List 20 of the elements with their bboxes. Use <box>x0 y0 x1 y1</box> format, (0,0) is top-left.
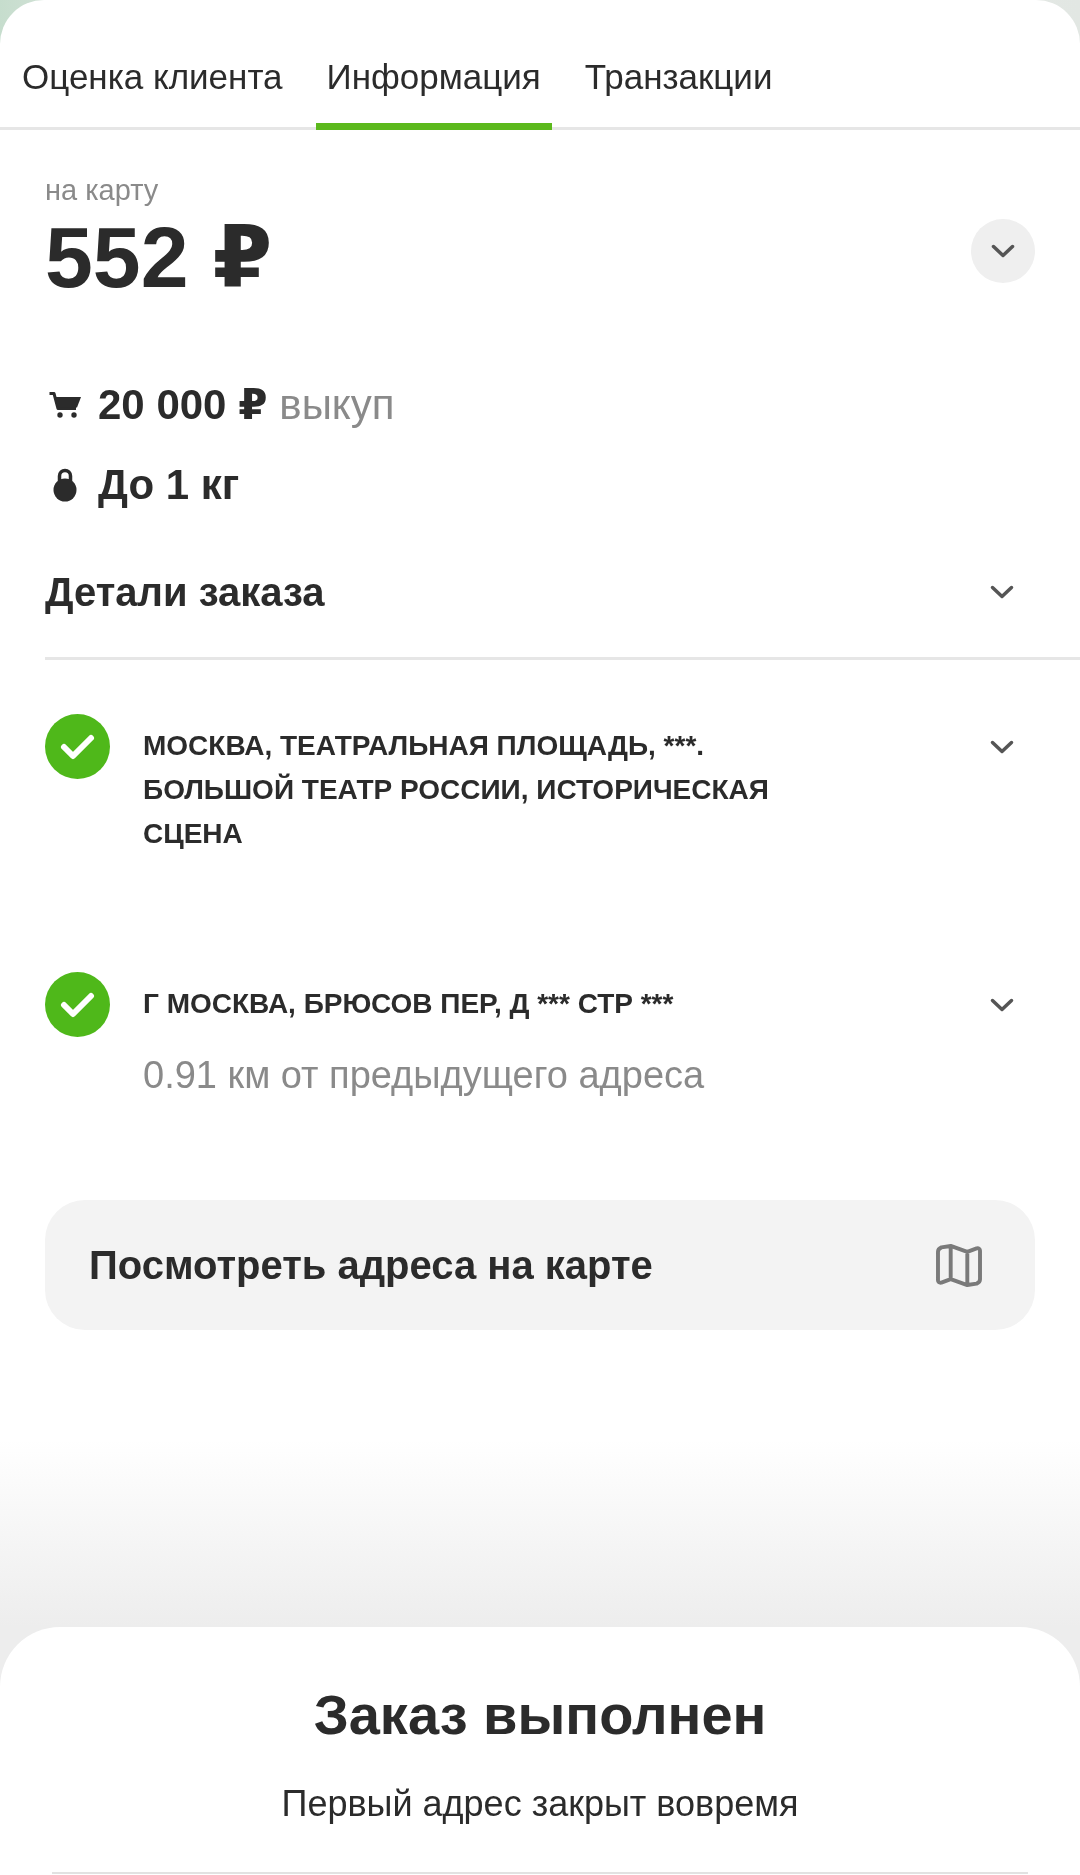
address-text: МОСКВА, ТЕАТРАЛЬНАЯ ПЛОЩАДЬ, ***. БОЛЬШОЙ ТЕАТР РОССИИ, ИСТОРИЧЕСКАЯ СЦЕНА <box>143 729 770 851</box>
view-on-map-button[interactable]: Посмотреть адреса на карте <box>45 1200 1035 1330</box>
buyout-amount: 20 000 ₽ <box>98 380 268 430</box>
chevron-down-icon[interactable] <box>990 998 1014 1012</box>
weight-limit: До 1 кг <box>98 460 240 510</box>
address-text: Г МОСКВА, БРЮСОВ ПЕР, Д *** СТР *** <box>143 987 675 1021</box>
status-message: Первый адрес закрыт вовремя <box>280 1782 800 1826</box>
tab[interactable]: Транзакции <box>573 30 784 130</box>
tab[interactable]: Оценка клиента <box>11 30 294 130</box>
status-title: Заказ выполнен <box>312 1683 768 1747</box>
payment-amount: 552 ₽ <box>45 212 273 302</box>
buyout-label: выкуп <box>279 380 395 430</box>
cart-icon <box>48 391 82 419</box>
tab[interactable]: Информация <box>315 30 552 130</box>
chevron-down-icon[interactable] <box>990 740 1014 754</box>
payment-method-label: на карту <box>45 173 160 207</box>
distance-text: 0.91 км от предыдущего адреса <box>143 1053 706 1097</box>
kettlebell-icon <box>53 468 77 502</box>
map-icon <box>935 1243 983 1287</box>
order-details-toggle[interactable]: Детали заказа <box>45 567 1035 617</box>
